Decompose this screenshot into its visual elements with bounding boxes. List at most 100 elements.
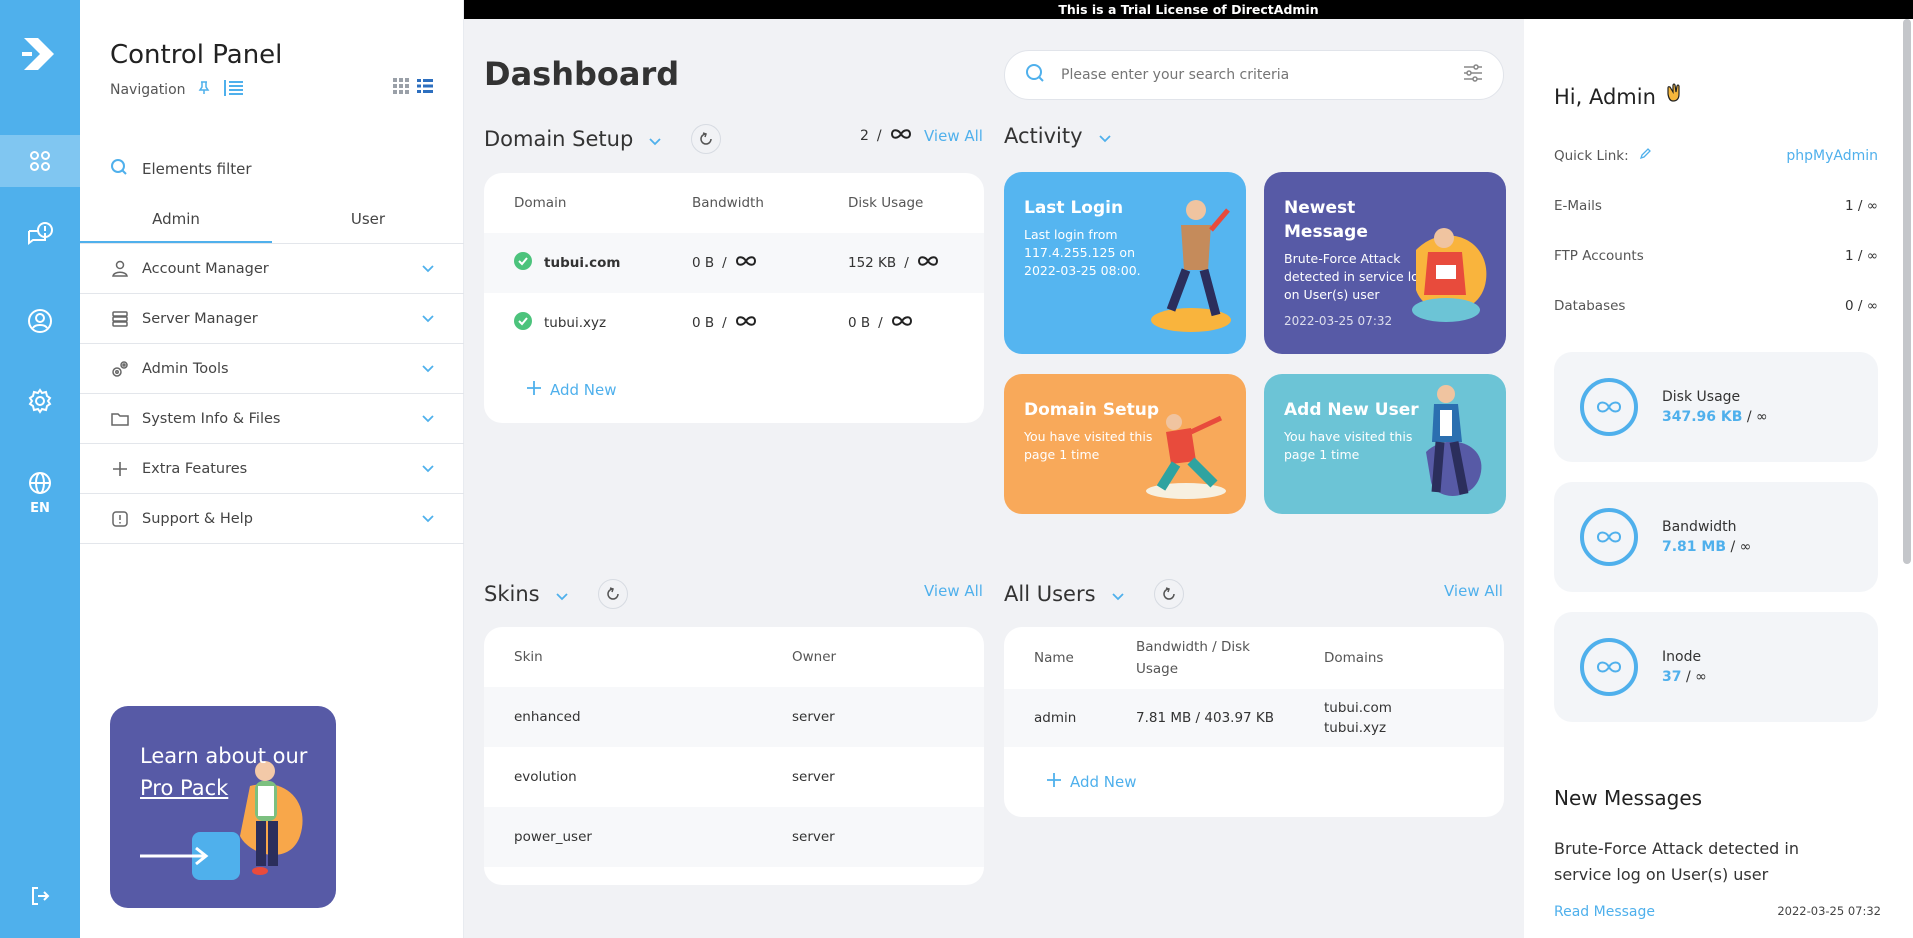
language-selector[interactable]: EN bbox=[0, 460, 80, 526]
add-user-button[interactable]: Add New bbox=[1004, 757, 1504, 807]
chevron-down-icon[interactable] bbox=[1111, 582, 1124, 606]
promo-arrow-button[interactable] bbox=[140, 830, 260, 882]
usage-label: Disk Usage bbox=[1662, 389, 1741, 405]
infinity-icon bbox=[917, 255, 939, 271]
pro-pack-link[interactable]: Pro Pack bbox=[140, 772, 307, 804]
chevron-down-icon[interactable] bbox=[1098, 124, 1111, 148]
stat-row-ftp: FTP Accounts 1 / ∞ bbox=[1554, 248, 1878, 264]
usage-card-disk: Disk Usage 347.96 KB / ∞ bbox=[1554, 352, 1878, 462]
menu-server-manager[interactable]: Server Manager bbox=[80, 294, 464, 344]
promo-text: Learn about our Pro Pack bbox=[140, 740, 307, 804]
menu-extra-features[interactable]: Extra Features bbox=[80, 444, 464, 494]
table-row[interactable]: enhanced server bbox=[484, 687, 984, 747]
table-row[interactable]: admin 7.81 MB / 403.97 KB tubui.com tubu… bbox=[1004, 689, 1504, 747]
logout-icon[interactable] bbox=[0, 870, 80, 922]
tab-admin[interactable]: Admin bbox=[80, 202, 272, 243]
col-domains: Domains bbox=[1324, 650, 1384, 666]
search-icon bbox=[1025, 63, 1045, 87]
view-toggle bbox=[393, 78, 433, 98]
greeting: Hi, Admin bbox=[1554, 82, 1685, 109]
read-message-link[interactable]: Read Message bbox=[1554, 904, 1655, 920]
activity-card-last-login[interactable]: Last Login Last login from 117.4.255.125… bbox=[1004, 172, 1246, 354]
menu-account-manager[interactable]: Account Manager bbox=[80, 244, 464, 294]
edit-icon[interactable] bbox=[1639, 148, 1651, 164]
chevron-down-icon bbox=[422, 311, 434, 327]
table-header: Name Bandwidth / Disk Usage Domains bbox=[1004, 627, 1504, 689]
new-messages-title: New Messages bbox=[1554, 786, 1703, 810]
menu-admin-tools[interactable]: Admin Tools bbox=[80, 344, 464, 394]
user-name[interactable]: admin bbox=[1034, 710, 1136, 726]
table-row[interactable]: tubui.xyz 0 B / 0 B / bbox=[484, 293, 984, 353]
navigation-panel: Control Panel Navigation Elements filter… bbox=[80, 0, 464, 938]
domain-setup-header: Domain Setup bbox=[484, 124, 722, 154]
activity-card-domain-setup[interactable]: Domain Setup You have visited this page … bbox=[1004, 374, 1246, 514]
add-domain-button[interactable]: Add New bbox=[484, 365, 984, 415]
chevron-down-icon[interactable] bbox=[649, 127, 661, 151]
menu-system-info-files[interactable]: System Info & Files bbox=[80, 394, 464, 444]
disk-value: 0 B bbox=[848, 315, 871, 331]
stat-row-emails: E-Mails 1 / ∞ bbox=[1554, 198, 1878, 214]
language-icon bbox=[29, 471, 51, 494]
menu-label: Server Manager bbox=[142, 310, 258, 327]
chevron-down-icon bbox=[422, 511, 434, 527]
domain-name[interactable]: tubui.com bbox=[544, 255, 620, 271]
usage-card-inode: Inode 37 / ∞ bbox=[1554, 612, 1878, 722]
messages-icon[interactable] bbox=[0, 210, 80, 262]
grid-view-icon[interactable] bbox=[393, 78, 409, 98]
chevron-down-icon[interactable] bbox=[555, 582, 568, 606]
usage-value-row: 347.96 KB / ∞ bbox=[1662, 409, 1768, 425]
card-desc: You have visited this page 1 time bbox=[1284, 429, 1413, 462]
page-scrollbar[interactable] bbox=[1903, 19, 1911, 564]
usage-label: Bandwidth bbox=[1662, 519, 1737, 535]
users-view-all-link[interactable]: View All bbox=[1444, 582, 1503, 600]
activity-card-add-new-user[interactable]: Add New User You have visited this page … bbox=[1264, 374, 1506, 514]
menu-support-help[interactable]: Support & Help bbox=[80, 494, 464, 544]
search-input[interactable] bbox=[1061, 67, 1447, 83]
running-person-illustration bbox=[1151, 200, 1231, 332]
usage-value: 7.81 MB bbox=[1662, 539, 1727, 555]
filter-placeholder: Elements filter bbox=[142, 160, 252, 178]
bandwidth-cell: 0 B / bbox=[692, 315, 848, 331]
logo-icon[interactable] bbox=[18, 32, 62, 76]
table-row[interactable]: evolution server bbox=[484, 747, 984, 807]
dashboard-icon[interactable] bbox=[0, 135, 80, 187]
check-circle-icon bbox=[514, 252, 532, 274]
user-icon[interactable] bbox=[0, 295, 80, 347]
refresh-button[interactable] bbox=[691, 124, 722, 154]
refresh-button[interactable] bbox=[1153, 579, 1184, 609]
settings-icon[interactable] bbox=[0, 375, 80, 427]
add-new-label: Add New bbox=[550, 381, 617, 399]
bandwidth-cell: 0 B / bbox=[692, 255, 848, 271]
refresh-icon bbox=[606, 587, 619, 600]
usage-label: Inode bbox=[1662, 649, 1702, 665]
separator: / bbox=[722, 255, 727, 271]
nav-subtitle-row: Navigation bbox=[110, 78, 246, 102]
tab-user[interactable]: User bbox=[272, 202, 464, 243]
skin-owner: server bbox=[792, 769, 835, 785]
table-row[interactable]: power_user server bbox=[484, 807, 984, 867]
usage-limit: / ∞ bbox=[1746, 409, 1768, 425]
stat-label: Databases bbox=[1554, 298, 1626, 314]
skins-view-all-link[interactable]: View All bbox=[924, 582, 983, 600]
table-row[interactable]: tubui.com 0 B / 152 KB / bbox=[484, 233, 984, 293]
nav-tabs: Admin User bbox=[80, 202, 464, 244]
usage-value: 347.96 KB bbox=[1662, 409, 1743, 425]
bandwidth-value: 0 B bbox=[692, 315, 715, 331]
phpmyadmin-link[interactable]: phpMyAdmin bbox=[1786, 148, 1878, 164]
col-disk-usage: Disk Usage bbox=[848, 195, 924, 211]
filter-settings-icon[interactable] bbox=[1463, 64, 1483, 86]
usage-limit: / ∞ bbox=[1685, 669, 1707, 685]
list-view-icon[interactable] bbox=[417, 78, 433, 98]
domain-view-all-link[interactable]: View All bbox=[924, 127, 983, 145]
pin-icon[interactable] bbox=[196, 80, 212, 100]
elements-filter[interactable]: Elements filter bbox=[110, 158, 252, 180]
section-title: All Users bbox=[1004, 582, 1096, 606]
skins-table: Skin Owner enhanced server evolution ser… bbox=[484, 627, 984, 885]
pro-pack-promo[interactable]: Learn about our Pro Pack bbox=[110, 706, 336, 908]
list-tree-icon[interactable] bbox=[222, 78, 246, 102]
chevron-down-icon bbox=[422, 261, 434, 277]
refresh-button[interactable] bbox=[597, 579, 628, 609]
activity-header: Activity bbox=[1004, 124, 1111, 148]
activity-card-newest-message[interactable]: Newest Message Brute-Force Attack detect… bbox=[1264, 172, 1506, 354]
domain-name[interactable]: tubui.xyz bbox=[544, 315, 606, 331]
